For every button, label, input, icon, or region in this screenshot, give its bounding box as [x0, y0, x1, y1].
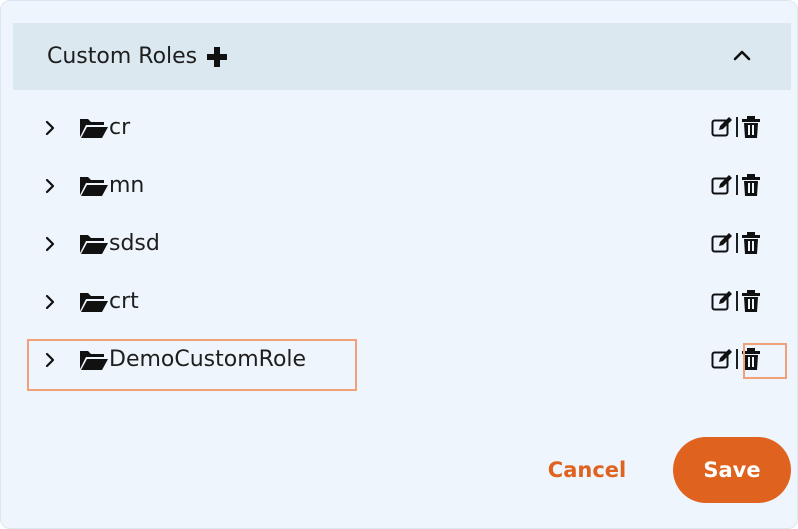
- role-item-main[interactable]: sdsd: [41, 231, 160, 257]
- role-item-main[interactable]: DemoCustomRole: [41, 347, 306, 373]
- folder-open-icon: [79, 174, 109, 198]
- edit-icon[interactable]: [710, 347, 734, 371]
- chevron-up-icon: [732, 47, 752, 66]
- panel-header[interactable]: Custom Roles: [13, 23, 791, 90]
- role-item-main[interactable]: mn: [41, 173, 144, 199]
- action-separator: [736, 233, 738, 253]
- role-name: crt: [109, 289, 139, 314]
- chevron-right-icon[interactable]: [41, 293, 59, 311]
- panel-title-group: Custom Roles: [47, 44, 229, 69]
- action-separator: [736, 117, 738, 137]
- action-separator: [736, 349, 738, 369]
- custom-roles-panel: Custom Roles cr mn sdsd crt DemoCustomRo…: [0, 0, 798, 529]
- row-actions: [710, 289, 761, 313]
- role-name: DemoCustomRole: [109, 347, 307, 372]
- role-item-main[interactable]: cr: [41, 115, 130, 141]
- action-separator: [736, 291, 738, 311]
- edit-icon[interactable]: [710, 289, 734, 313]
- collapse-button[interactable]: [727, 42, 757, 72]
- list-item: mn: [1, 157, 798, 215]
- edit-icon[interactable]: [710, 231, 734, 255]
- row-actions: [710, 173, 761, 197]
- trash-icon[interactable]: [741, 115, 761, 139]
- trash-icon[interactable]: [741, 173, 761, 197]
- save-button[interactable]: Save: [673, 437, 791, 503]
- chevron-right-icon[interactable]: [41, 351, 59, 369]
- list-item: sdsd: [1, 215, 798, 273]
- folder-open-icon: [79, 232, 109, 256]
- panel-title: Custom Roles: [47, 44, 198, 69]
- folder-open-icon: [79, 290, 109, 314]
- chevron-right-icon[interactable]: [41, 177, 59, 195]
- chevron-right-icon[interactable]: [41, 235, 59, 253]
- cancel-button[interactable]: Cancel: [531, 447, 643, 493]
- folder-open-icon: [79, 348, 109, 372]
- role-name: sdsd: [109, 231, 160, 256]
- delete-highlight-box: [743, 343, 787, 379]
- list-item: cr: [1, 99, 798, 157]
- folder-open-icon: [79, 116, 109, 140]
- role-name: cr: [109, 115, 131, 140]
- row-actions: [710, 115, 761, 139]
- role-name: mn: [109, 173, 145, 198]
- list-item: crt: [1, 273, 798, 331]
- action-separator: [736, 175, 738, 195]
- edit-icon[interactable]: [710, 173, 734, 197]
- role-item-main[interactable]: crt: [41, 289, 139, 315]
- edit-icon[interactable]: [710, 115, 734, 139]
- chevron-right-icon[interactable]: [41, 119, 59, 137]
- list-item: DemoCustomRole: [1, 331, 798, 391]
- plus-icon[interactable]: [205, 45, 229, 69]
- trash-icon[interactable]: [741, 289, 761, 313]
- trash-icon[interactable]: [741, 231, 761, 255]
- row-actions: [710, 231, 761, 255]
